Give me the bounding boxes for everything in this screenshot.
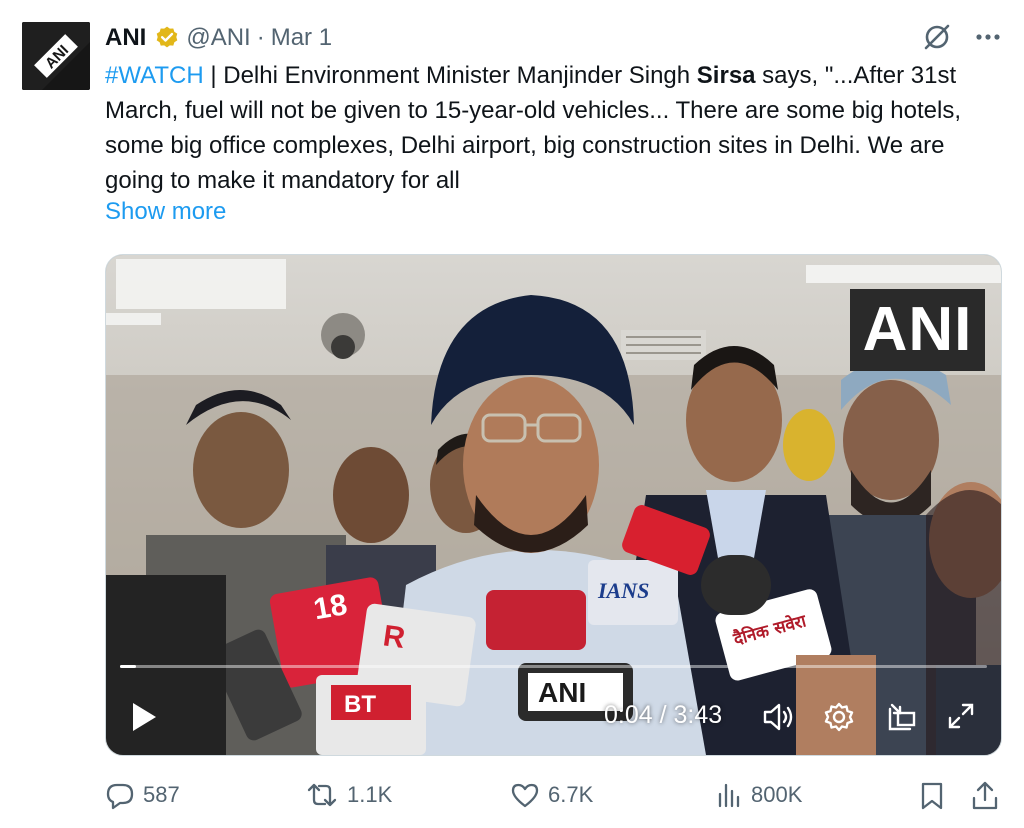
- author-name[interactable]: ANI: [105, 24, 146, 52]
- share-icon[interactable]: [970, 780, 1000, 812]
- reply-button[interactable]: 587: [105, 780, 180, 810]
- tweet-text-part1: | Delhi Environment Minister Manjinder S…: [203, 62, 697, 89]
- video-duration: 3:43: [673, 701, 723, 729]
- author-handle[interactable]: @ANI: [186, 24, 250, 52]
- video-controls: 0:04 / 3:43: [106, 695, 1001, 739]
- heart-icon: [511, 783, 539, 808]
- settings-gear-icon[interactable]: [823, 701, 855, 733]
- video-current-time: 0:04: [604, 701, 653, 729]
- video-progress-fill: [120, 665, 136, 668]
- grok-icon[interactable]: [922, 22, 952, 52]
- tweet-header: ANI @ANI · Mar 1: [105, 22, 332, 54]
- like-count: 6.7K: [548, 782, 594, 807]
- repost-icon: [307, 783, 337, 807]
- fullscreen-icon[interactable]: [946, 701, 976, 731]
- video-time-separator: /: [652, 701, 674, 729]
- like-button[interactable]: 6.7K: [510, 780, 593, 810]
- avatar[interactable]: ANI: [22, 22, 90, 90]
- views-chart-icon: [718, 783, 740, 808]
- tweet-text-bold: Sirsa: [696, 62, 756, 89]
- repost-button[interactable]: 1.1K: [305, 780, 392, 810]
- verified-badge-icon: [157, 26, 178, 48]
- ani-logo-icon: ANI: [22, 22, 90, 90]
- repost-count: 1.1K: [347, 782, 393, 807]
- separator-dot: ·: [256, 24, 265, 51]
- tweet-text: #WATCH | Delhi Environment Minister Manj…: [105, 58, 995, 198]
- views-count: 800K: [751, 782, 803, 807]
- video-player[interactable]: 18 R BT IANS ANI दैनिक सवेरा ANI 0:04 / …: [105, 254, 1002, 756]
- volume-icon[interactable]: [761, 701, 795, 733]
- show-more-link[interactable]: Show more: [105, 198, 226, 226]
- video-watermark: ANI: [850, 289, 985, 371]
- play-icon[interactable]: [130, 701, 158, 733]
- video-time: 0:04 / 3:43: [604, 701, 722, 730]
- reply-count: 587: [143, 782, 180, 807]
- picture-in-picture-icon[interactable]: [886, 701, 918, 733]
- views-button[interactable]: 800K: [715, 780, 802, 810]
- mic-ians-label: IANS: [597, 578, 649, 603]
- tweet-top-actions: [922, 22, 1002, 52]
- reply-icon: [106, 783, 134, 810]
- more-options-icon[interactable]: [974, 22, 1002, 52]
- bookmark-icon[interactable]: [917, 780, 947, 812]
- tweet-action-bar: 587 1.1K 6.7K 800K: [105, 780, 1000, 812]
- tweet-date[interactable]: Mar 1: [271, 24, 332, 52]
- video-progress-bar[interactable]: [120, 665, 987, 668]
- hashtag-link[interactable]: #WATCH: [105, 62, 204, 89]
- mic-news18-label: 18: [311, 588, 350, 626]
